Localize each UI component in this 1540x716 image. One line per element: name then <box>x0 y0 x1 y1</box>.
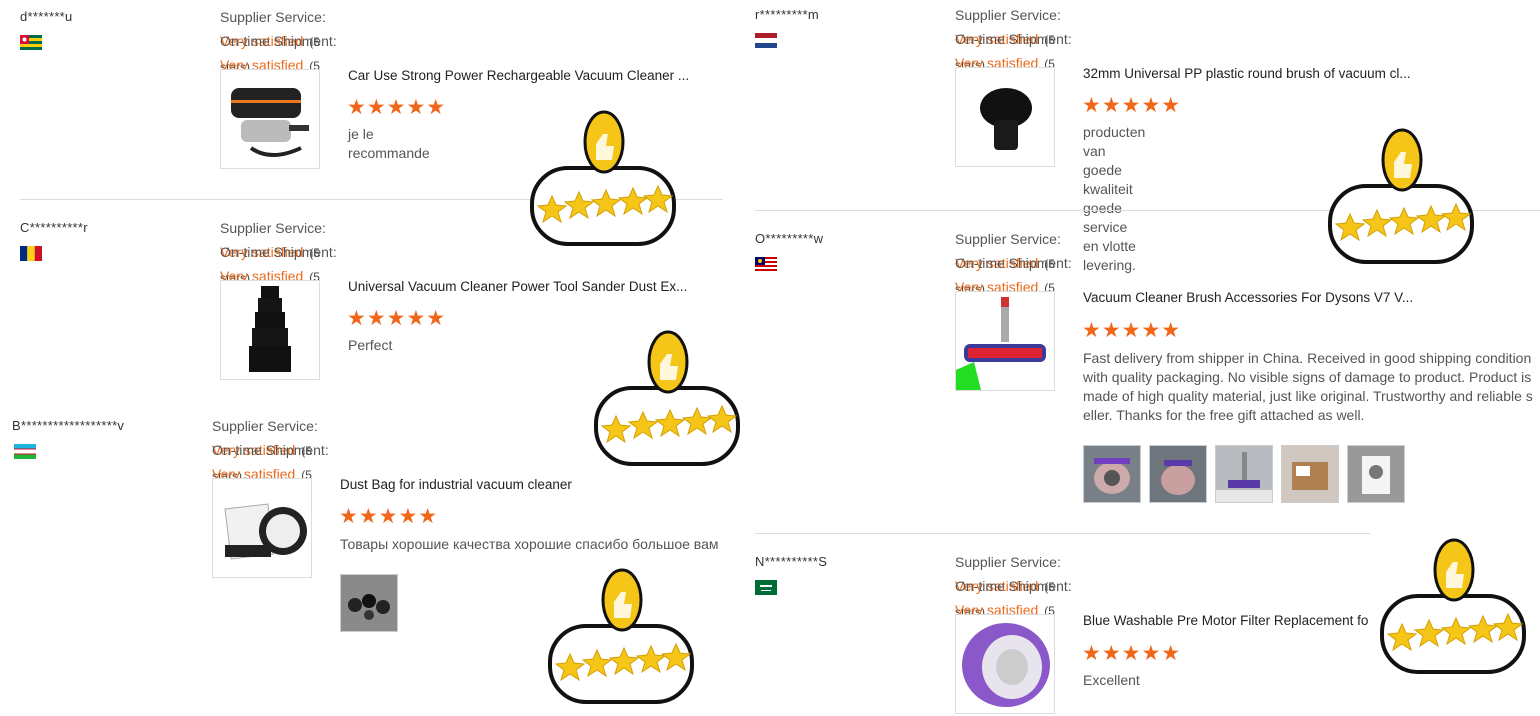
thumbs-up-rating-badge-icon <box>530 110 676 246</box>
review-comment: producten van goede kwaliteit goede serv… <box>1083 124 1146 273</box>
product-thumbnail[interactable] <box>220 69 320 169</box>
review-photo[interactable] <box>1215 445 1273 503</box>
reviewer-name: B******************v <box>12 418 125 433</box>
rating-stars: ★★★★★ <box>347 307 447 330</box>
product-title-link[interactable]: Universal Vacuum Cleaner Power Tool Sand… <box>348 279 693 294</box>
review-photo[interactable] <box>1347 445 1405 503</box>
rating-stars: ★★★★★ <box>339 505 439 528</box>
reviewer-name: d*******u <box>20 9 73 24</box>
review-photo[interactable] <box>1083 445 1141 503</box>
reviewer-name: O*********w <box>755 231 824 246</box>
product-thumbnail[interactable] <box>212 478 312 578</box>
review-photo[interactable] <box>1149 445 1207 503</box>
product-thumbnail[interactable] <box>955 67 1055 167</box>
product-title-link[interactable]: Vacuum Cleaner Brush Accessories For Dys… <box>1083 290 1423 305</box>
reviewer-name: N**********S <box>755 554 828 569</box>
divider <box>755 533 1370 534</box>
country-flag-icon <box>755 580 777 595</box>
country-flag-icon <box>755 33 777 48</box>
review-comment: Excellent <box>1083 672 1140 688</box>
product-thumbnail[interactable] <box>955 291 1055 391</box>
product-title-link[interactable]: Dust Bag for industrial vacuum cleaner <box>340 477 700 492</box>
product-thumbnail[interactable] <box>220 280 320 380</box>
rating-stars: ★★★★★ <box>1082 642 1182 665</box>
thumbs-up-rating-badge-icon <box>1328 128 1474 264</box>
product-title-link[interactable]: Blue Washable Pre Motor Filter Replaceme… <box>1083 613 1378 628</box>
review-photo[interactable] <box>340 574 398 632</box>
review-comment: je le recommande <box>348 126 430 161</box>
thumbs-up-rating-badge-icon <box>548 568 694 704</box>
review-photo[interactable] <box>1281 445 1339 503</box>
rating-stars: ★★★★★ <box>1082 94 1182 117</box>
review-comment: Fast delivery from shipper in China. Rec… <box>1083 350 1533 423</box>
reviewer-name: C**********r <box>20 220 88 235</box>
country-flag-icon <box>14 444 36 459</box>
product-title-link[interactable]: 32mm Universal PP plastic round brush of… <box>1083 66 1423 81</box>
review-comment: Товары хорошие качества хорошие спасибо … <box>340 536 719 552</box>
country-flag-icon <box>20 246 42 261</box>
country-flag-icon <box>755 257 777 272</box>
reviewer-name: r*********m <box>755 7 819 22</box>
review-comment: Perfect <box>348 337 393 353</box>
rating-stars: ★★★★★ <box>347 96 447 119</box>
product-thumbnail[interactable] <box>955 614 1055 714</box>
product-title-link[interactable]: Car Use Strong Power Rechargeable Vacuum… <box>348 68 693 83</box>
rating-stars: ★★★★★ <box>1082 319 1182 342</box>
thumbs-up-rating-badge-icon <box>594 330 740 466</box>
thumbs-up-rating-badge-icon <box>1380 538 1526 674</box>
country-flag-icon <box>20 35 42 50</box>
